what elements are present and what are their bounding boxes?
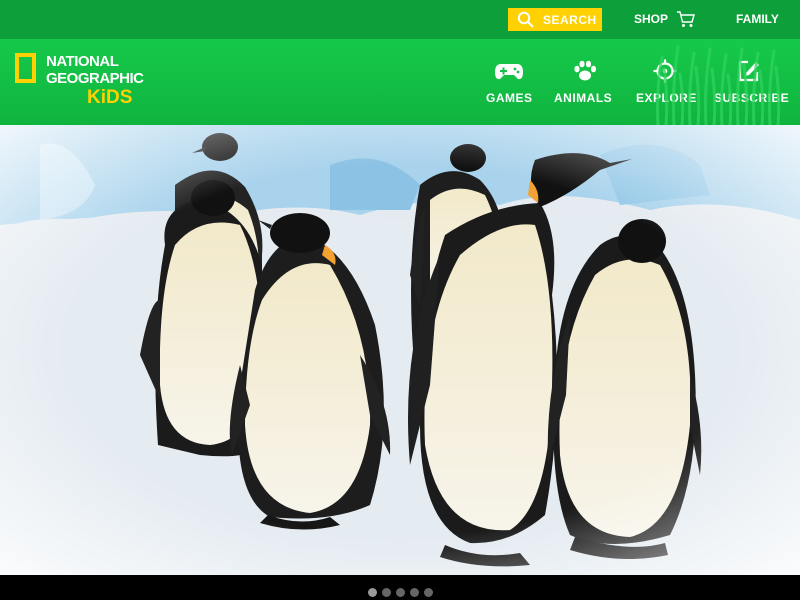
paw-icon <box>574 60 597 81</box>
nav-games-label: GAMES <box>486 91 533 105</box>
shopping-cart-icon <box>677 11 695 27</box>
search-button[interactable]: SEARCH <box>508 8 602 31</box>
natgeo-kids-logo[interactable]: NATIONAL GEOGRAPHIC KiDS <box>14 52 154 112</box>
carousel-dot-3[interactable] <box>396 588 405 597</box>
carousel-dot-1[interactable] <box>368 588 377 597</box>
search-label: SEARCH <box>543 13 597 27</box>
main-nav-bar: NATIONAL GEOGRAPHIC KiDS GAMES ANIMALS E… <box>0 39 800 125</box>
nav-subscribe-label: SUBSCRIBE <box>714 91 790 105</box>
top-utility-bar: SEARCH SHOP FAMILY <box>0 0 800 39</box>
hero-penguins-image[interactable] <box>0 125 800 575</box>
shop-label: SHOP <box>634 12 669 26</box>
nav-explore-label: EXPLORE <box>636 91 697 105</box>
crosshair-icon <box>653 59 677 83</box>
nav-games[interactable]: GAMES <box>486 59 532 109</box>
nav-subscribe[interactable]: SUBSCRIBE <box>714 59 790 109</box>
nav-explore[interactable]: EXPLORE <box>636 59 697 109</box>
logo-text-geographic: GEOGRAPHIC <box>46 70 144 87</box>
nav-animals[interactable]: ANIMALS <box>554 59 614 109</box>
carousel-dot-5[interactable] <box>424 588 433 597</box>
carousel-dot-2[interactable] <box>382 588 391 597</box>
carousel-pagination <box>0 575 800 600</box>
search-icon <box>517 11 534 28</box>
logo-text-national: NATIONAL <box>46 53 119 70</box>
yellow-border-icon <box>15 53 36 83</box>
nav-animals-label: ANIMALS <box>554 91 613 105</box>
logo-text-kids: KiDS <box>87 87 133 108</box>
edit-icon <box>738 60 759 82</box>
carousel-dot-4[interactable] <box>410 588 419 597</box>
family-link[interactable]: FAMILY <box>736 12 779 26</box>
gamepad-icon <box>495 64 523 80</box>
